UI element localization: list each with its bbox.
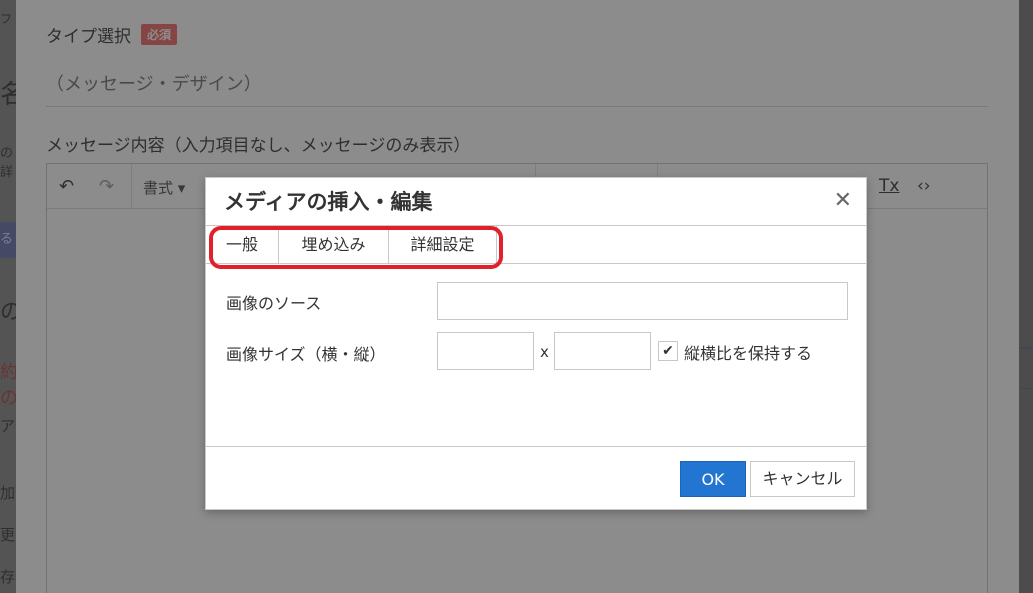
tab-embed[interactable]: 埋め込み (279, 226, 389, 264)
image-width-input[interactable] (437, 332, 534, 370)
image-height-input[interactable] (554, 332, 651, 370)
media-dialog: メディアの挿入・編集 ✕ 一般 埋め込み 詳細設定 画像のソース 画像サイズ（横… (205, 177, 867, 510)
times-sign: x (540, 343, 549, 361)
image-size-label: 画像サイズ（横・縦） (226, 345, 386, 364)
dialog-title: メディアの挿入・編集 (224, 190, 433, 214)
close-icon[interactable]: ✕ (834, 188, 852, 213)
dialog-tabs: 一般 埋め込み 詳細設定 (206, 226, 866, 264)
image-source-label: 画像のソース (226, 294, 322, 313)
tab-advanced[interactable]: 詳細設定 (389, 226, 497, 264)
keep-ratio-checkbox[interactable]: ✔ (658, 341, 678, 361)
image-source-input[interactable] (437, 282, 848, 320)
cancel-button[interactable]: キャンセル (750, 461, 855, 497)
ok-button[interactable]: OK (680, 461, 746, 497)
dialog-header: メディアの挿入・編集 ✕ (206, 178, 866, 226)
dialog-footer: OK キャンセル (206, 446, 866, 510)
keep-ratio-label: 縦横比を保持する (684, 344, 813, 363)
tab-general[interactable]: 一般 (206, 226, 279, 264)
checkmark-icon: ✔ (662, 343, 674, 359)
